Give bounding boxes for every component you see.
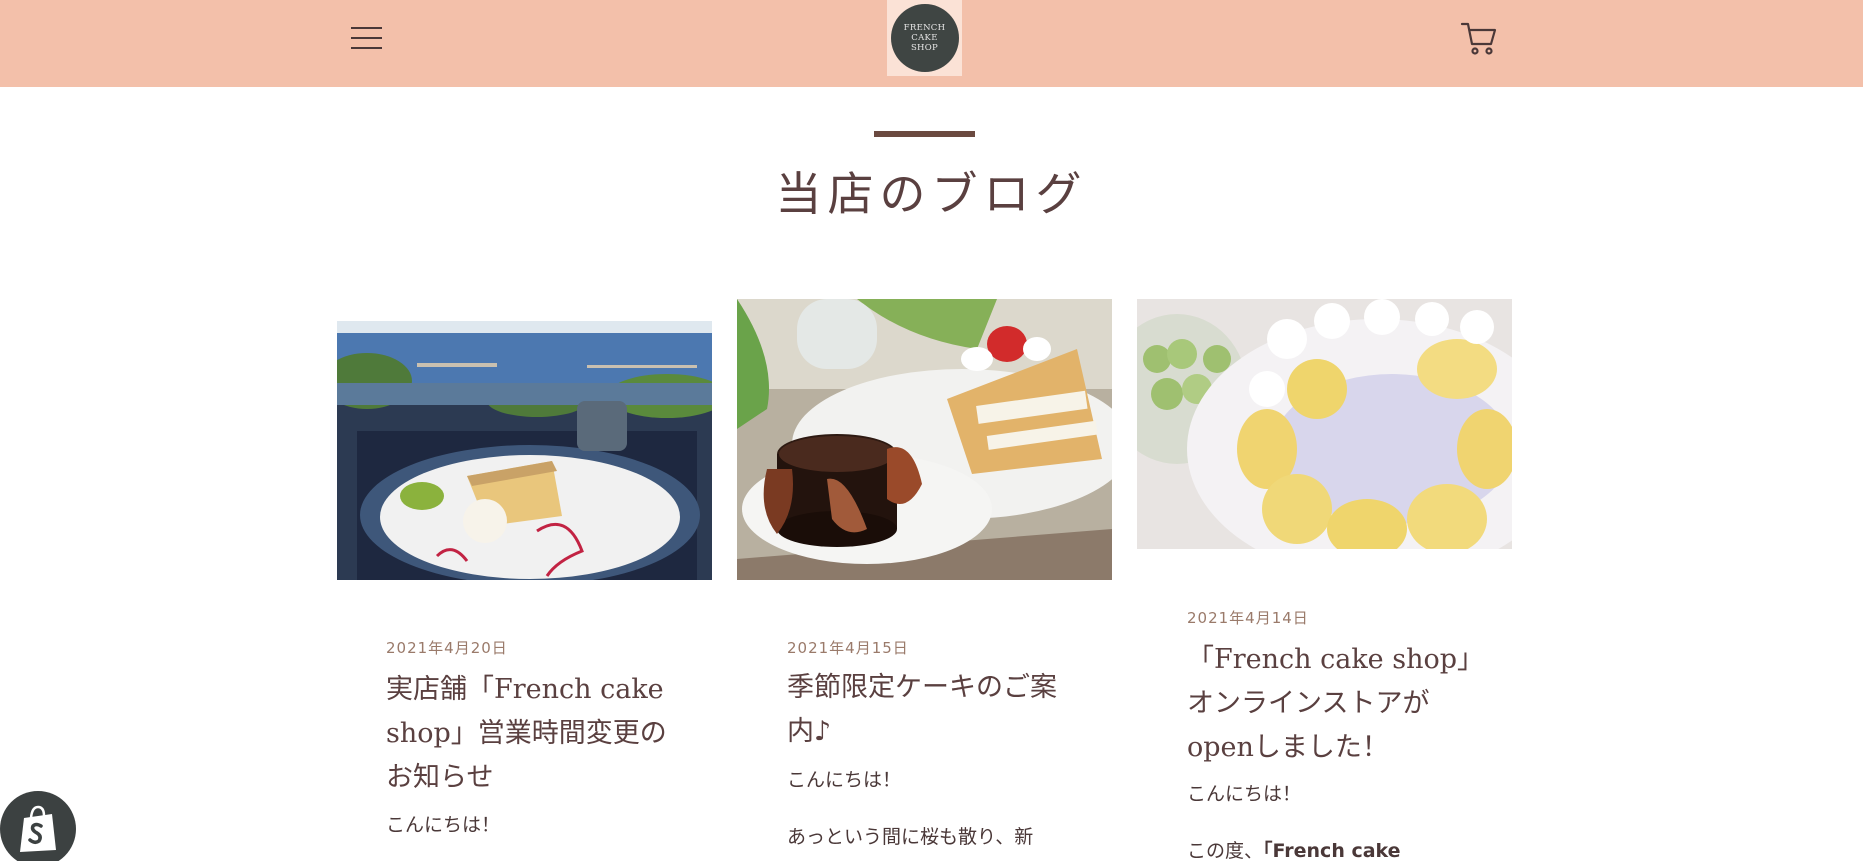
hamburger-menu-icon[interactable]	[351, 24, 385, 52]
blog-post-title-2[interactable]: 季節限定ケーキのご案内♪	[787, 666, 1077, 754]
blog-post-image-3[interactable]	[1137, 299, 1512, 549]
excerpt-prefix: この度、	[1187, 840, 1264, 861]
blog-post-image-2[interactable]	[737, 299, 1112, 580]
logo-text-line-3: SHOP	[910, 43, 939, 53]
blog-post-excerpt-3b: この度、「French cake	[1187, 838, 1401, 861]
excerpt-bold: 「French cake	[1263, 840, 1401, 861]
page-title: 当店のブログ	[775, 167, 1088, 221]
blog-post-excerpt-3: こんにちは！	[1187, 783, 1302, 805]
logo-text-line-1: FRENCH	[903, 23, 946, 33]
blog-post-image-1[interactable]	[337, 321, 712, 580]
blog-post-date-2: 2021年4月15日	[787, 639, 909, 657]
site-header: FRENCH CAKE SHOP	[0, 0, 1863, 87]
shopify-bag-icon[interactable]	[0, 791, 76, 861]
blog-post-excerpt-2b: あっという間に桜も散り、新	[787, 826, 1034, 848]
shop-logo[interactable]: FRENCH CAKE SHOP	[887, 0, 962, 76]
shopping-cart-icon[interactable]	[1460, 19, 1498, 57]
blog-post-title-3[interactable]: 「French cake shop」オンラインストアがopenしました！	[1187, 638, 1477, 770]
logo-badge: FRENCH CAKE SHOP	[890, 4, 959, 72]
blog-post-date-1: 2021年4月20日	[386, 639, 508, 657]
title-accent-bar	[874, 131, 975, 137]
blog-post-excerpt-2: こんにちは！	[787, 769, 902, 791]
blog-post-title-1[interactable]: 実店舗「French cake shop」営業時間変更のお知らせ	[386, 668, 676, 800]
logo-text-line-2: CAKE	[911, 33, 938, 43]
blog-post-date-3: 2021年4月14日	[1187, 609, 1309, 627]
blog-post-excerpt-1: こんにちは！	[386, 814, 501, 836]
